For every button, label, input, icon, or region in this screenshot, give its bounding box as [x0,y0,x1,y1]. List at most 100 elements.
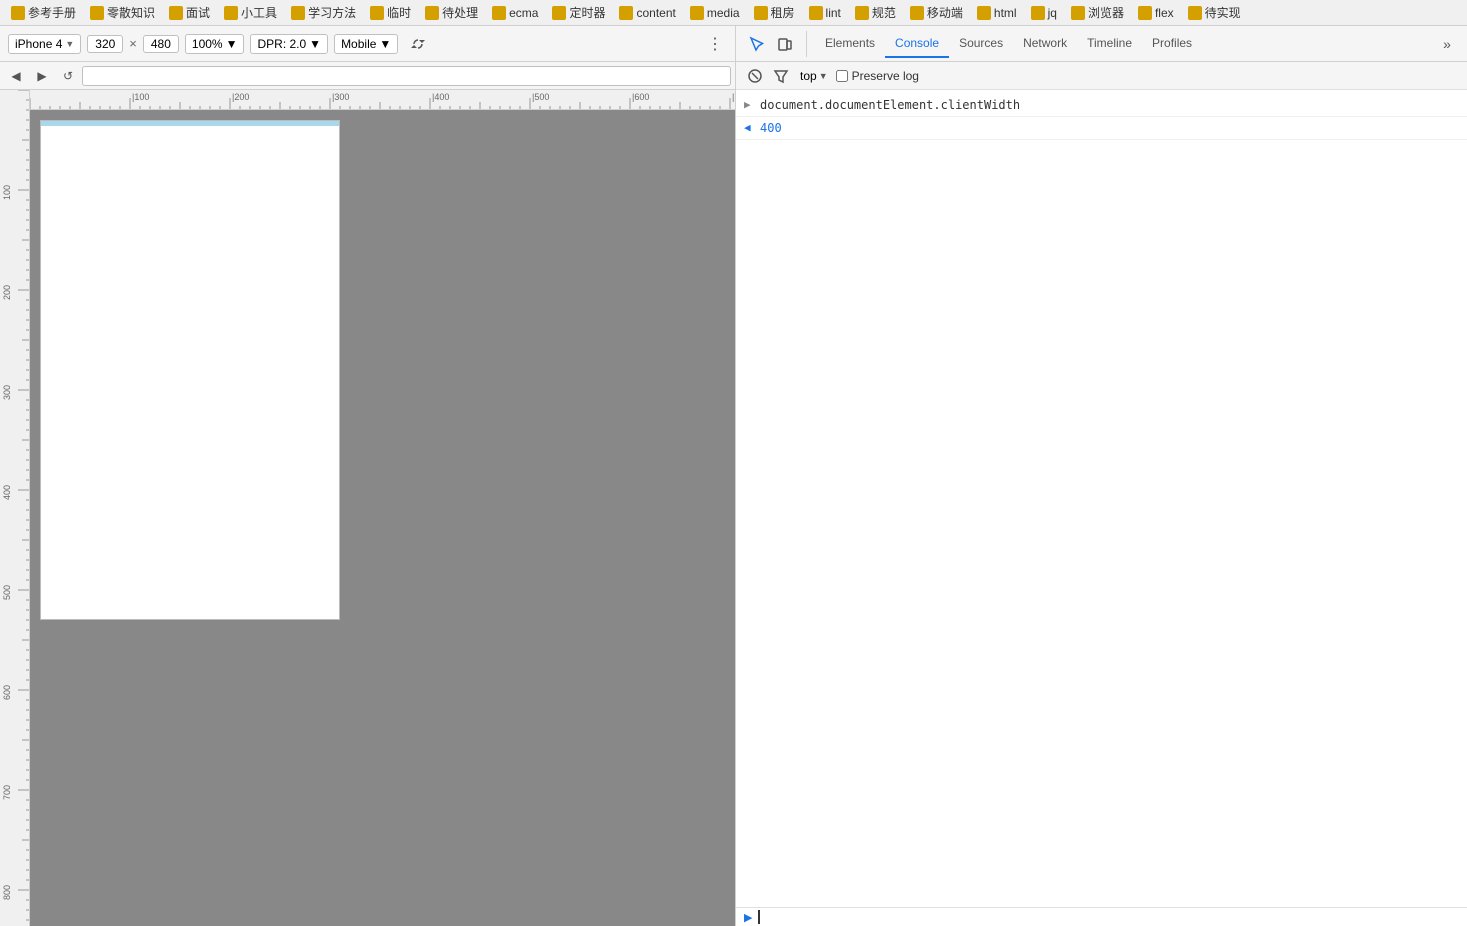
bookmark-label: 浏览器 [1088,4,1124,21]
devtools-tab-elements[interactable]: Elements [815,30,885,58]
devtools-icon-buttons [744,31,807,57]
svg-text:|500: |500 [532,92,549,102]
folder-icon [492,6,506,20]
folder-icon [619,6,633,20]
ruler-content-area: // ticks rendered below via JS |100|200|… [0,90,735,926]
bookmark-label: lint [826,6,841,20]
nav-refresh-btn[interactable]: ↺ [56,64,80,88]
bookmark-item[interactable]: ecma [487,4,543,22]
zoom-chevron-icon: ▼ [226,37,238,51]
bookmark-item[interactable]: 学习方法 [286,2,361,23]
bookmark-item[interactable]: html [972,4,1022,22]
devtools-tab-profiles[interactable]: Profiles [1142,30,1202,58]
folder-icon [169,6,183,20]
bookmark-item[interactable]: jq [1026,4,1062,22]
devtools-panel: ElementsConsoleSourcesNetworkTimelinePro… [735,26,1467,926]
bookmark-item[interactable]: 待处理 [420,2,483,23]
console-input-arrow-icon: ▶ [744,911,752,924]
console-clear-btn[interactable] [744,65,766,87]
svg-text:|100: |100 [132,92,149,102]
bookmark-item[interactable]: 移动端 [905,2,968,23]
bookmark-item[interactable]: media [685,4,745,22]
devtools-tab-console[interactable]: Console [885,30,949,58]
folder-icon [690,6,704,20]
bookmark-label: 租房 [771,4,795,21]
console-filter-btn[interactable] [770,65,792,87]
console-entry: ◀400 [736,117,1467,140]
svg-text:|700: |700 [732,92,735,102]
url-bar[interactable] [82,66,731,86]
bookmark-item[interactable]: 规范 [850,2,901,23]
bookmark-label: 参考手册 [28,4,76,21]
device-mode-btn[interactable] [772,31,798,57]
dpr-select[interactable]: DPR: 2.0 ▼ [250,34,328,54]
svg-text:700: 700 [2,785,12,800]
devtools-tab-network[interactable]: Network [1013,30,1077,58]
bookmark-label: 待实现 [1205,4,1241,21]
dpr-chevron-icon: ▼ [309,37,321,51]
bookmark-label: jq [1048,6,1057,20]
dimension-width [87,35,123,53]
zoom-label: 100% [192,37,223,51]
width-input[interactable] [87,35,123,53]
mobile-label: Mobile [341,37,376,51]
mobile-select[interactable]: Mobile ▼ [334,34,398,54]
device-mode-icon [777,36,793,52]
bookmark-item[interactable]: 待实现 [1183,2,1246,23]
bookmark-label: 学习方法 [308,4,356,21]
nav-forward-btn[interactable]: ▶ [30,64,54,88]
devtools-tab-sources[interactable]: Sources [949,30,1013,58]
folder-icon [370,6,384,20]
folder-icon [224,6,238,20]
bookmark-item[interactable]: 参考手册 [6,2,81,23]
inspect-element-btn[interactable] [744,31,770,57]
device-select[interactable]: iPhone 4 ▼ [8,34,81,54]
bookmark-item[interactable]: lint [804,4,846,22]
bookmark-label: 面试 [186,4,210,21]
console-output-indicator: ◀ [744,119,756,137]
bookmark-item[interactable]: 零散知识 [85,2,160,23]
bookmark-item[interactable]: 面试 [164,2,215,23]
bookmark-item[interactable]: 浏览器 [1066,2,1129,23]
nav-back-btn[interactable]: ◀ [4,64,28,88]
bookmark-label: html [994,6,1017,20]
device-frame [40,120,340,620]
preserve-log-checkbox[interactable] [836,70,848,82]
bookmark-item[interactable]: flex [1133,4,1179,22]
bookmark-label: 小工具 [241,4,277,21]
devtools-more-tabs-btn[interactable]: » [1435,32,1459,56]
zoom-select[interactable]: 100% ▼ [185,34,245,54]
mobile-chevron-icon: ▼ [379,37,391,51]
devtools-tabs-bar: ElementsConsoleSourcesNetworkTimelinePro… [736,26,1467,62]
bookmark-item[interactable]: 定时器 [547,2,610,23]
height-input[interactable] [143,35,179,53]
bookmark-item[interactable]: content [614,4,680,22]
console-content[interactable]: ▶document.documentElement.clientWidth◀40… [736,90,1467,907]
device-chevron-icon: ▼ [65,39,74,49]
console-toolbar: top ▼ Preserve log [736,62,1467,90]
dimension-separator: × [129,36,137,51]
bookmark-item[interactable]: 小工具 [219,2,282,23]
bookmark-label: 定时器 [569,4,605,21]
svg-text:800: 800 [2,885,12,900]
bookmark-item[interactable]: 临时 [365,2,416,23]
console-output-text: 400 [760,119,1459,137]
devtools-tab-timeline[interactable]: Timeline [1077,30,1142,58]
bookmarks-bar: (function() { const data = JSON.parse(do… [0,0,1467,26]
bookmark-label: ecma [509,6,538,20]
console-context-select[interactable]: top ▼ [796,67,832,85]
rotate-icon-btn[interactable] [404,30,432,58]
svg-text:|300: |300 [332,92,349,102]
devtools-tab-list: ElementsConsoleSourcesNetworkTimelinePro… [815,30,1435,58]
folder-icon [11,6,25,20]
preserve-log-text: Preserve log [852,69,919,83]
preserve-log-label[interactable]: Preserve log [836,69,919,83]
more-options-icon[interactable]: ⋮ [703,32,727,56]
bookmark-item[interactable]: 租房 [749,2,800,23]
horizontal-ruler-svg: // ticks rendered below via JS |100|200|… [30,90,735,110]
svg-text:300: 300 [2,385,12,400]
bookmark-label: content [636,6,675,20]
canvas-area[interactable] [30,110,735,926]
ruler-vertical: 100200300400500600700800900 [0,90,30,926]
dpr-label: DPR: 2.0 [257,37,306,51]
